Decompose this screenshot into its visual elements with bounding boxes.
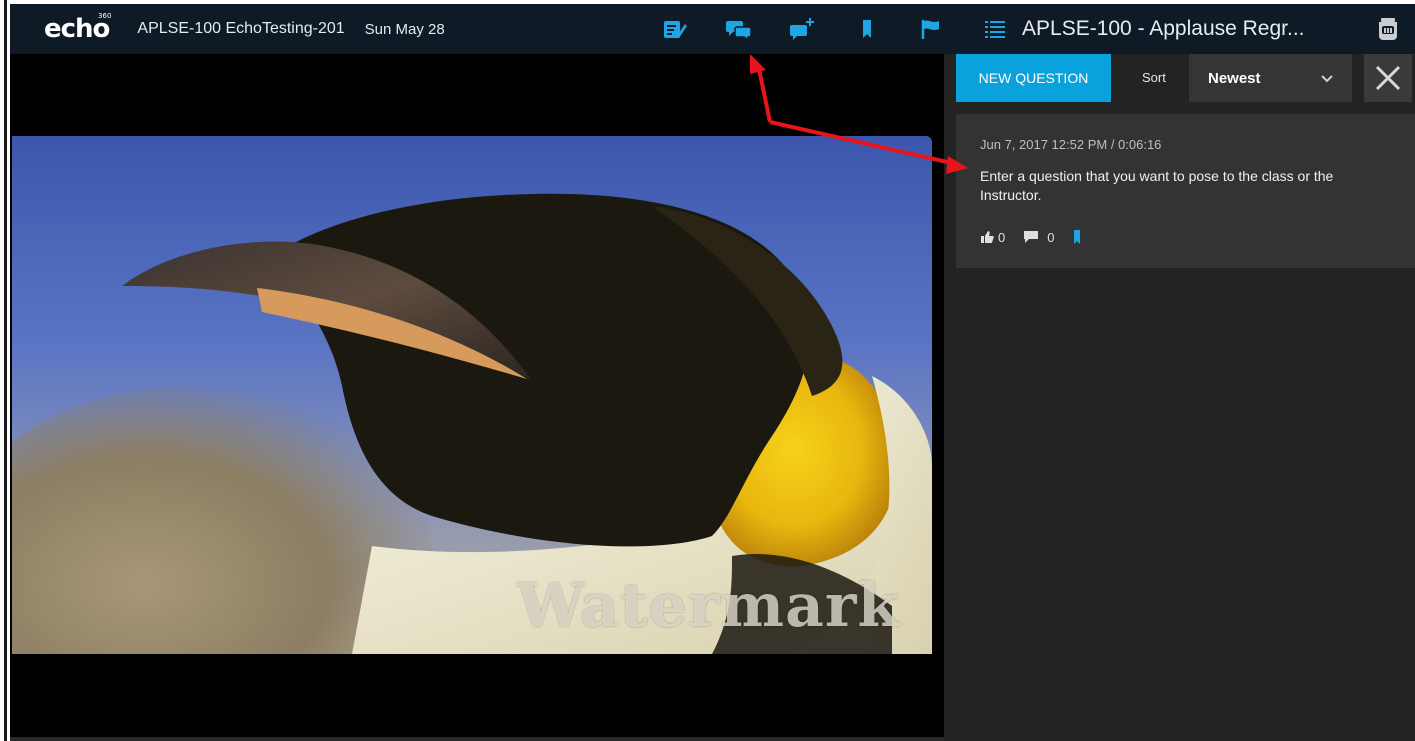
question-card[interactable]: Jun 7, 2017 12:52 PM / 0:06:16 Enter a q… (956, 114, 1415, 268)
close-panel-button[interactable] (1364, 54, 1412, 102)
reply-button[interactable]: 0 (1023, 230, 1054, 245)
video-progress-track[interactable] (10, 737, 944, 741)
sort-select[interactable]: Newest (1189, 54, 1352, 102)
left-border (0, 0, 10, 741)
comment-icon (1024, 231, 1039, 243)
top-bar: echo 360 APLSE-100 EchoTesting-201 Sun Ma… (10, 4, 944, 54)
discussions-icon[interactable] (724, 14, 754, 44)
panel-title: APLSE-100 - Applause Regr... (1022, 17, 1305, 40)
bookmark-icon (1074, 230, 1081, 244)
sort-value: Newest (1208, 69, 1261, 87)
echo-player-window: echo 360 APLSE-100 EchoTesting-201 Sun Ma… (10, 4, 1415, 741)
panel-header: APLSE-100 - Applause Regr... (944, 4, 1415, 54)
echo360-icon[interactable] (1375, 16, 1401, 42)
lesson-date: Sun May 28 (364, 20, 445, 38)
list-icon[interactable] (984, 18, 1006, 40)
chevron-down-icon (1321, 75, 1333, 83)
panel-controls: NEW QUESTION Sort Newest (956, 54, 1415, 102)
question-text: Enter a question that you want to pose t… (980, 168, 1334, 203)
logo-sup: 360 (98, 12, 112, 20)
video-watermark: Watermark (517, 571, 901, 641)
echo-logo[interactable]: echo 360 (44, 12, 112, 44)
bookmark-question-button[interactable] (1072, 229, 1082, 245)
bookmark-icon[interactable] (852, 14, 882, 44)
new-question-button[interactable]: NEW QUESTION (956, 54, 1111, 102)
toolbar-icons (660, 4, 980, 54)
question-meta: Jun 7, 2017 12:52 PM / 0:06:16 (980, 137, 1162, 152)
questions-panel: APLSE-100 - Applause Regr... NEW QUESTIO… (944, 4, 1415, 741)
reply-count: 0 (1047, 229, 1055, 245)
like-button[interactable]: 0 (980, 230, 1005, 245)
notes-icon[interactable] (660, 14, 690, 44)
sort-label: Sort (1142, 70, 1166, 85)
video-player[interactable]: Watermark (10, 54, 944, 741)
like-count: 0 (998, 229, 1006, 245)
thumbs-up-icon (981, 231, 994, 243)
course-title: APLSE-100 EchoTesting-201 (137, 20, 345, 37)
question-actions: 0 0 (980, 229, 1100, 245)
close-icon (1375, 65, 1401, 91)
add-question-icon[interactable] (788, 14, 818, 44)
flag-icon[interactable] (916, 14, 946, 44)
video-frame[interactable]: Watermark (12, 136, 932, 654)
